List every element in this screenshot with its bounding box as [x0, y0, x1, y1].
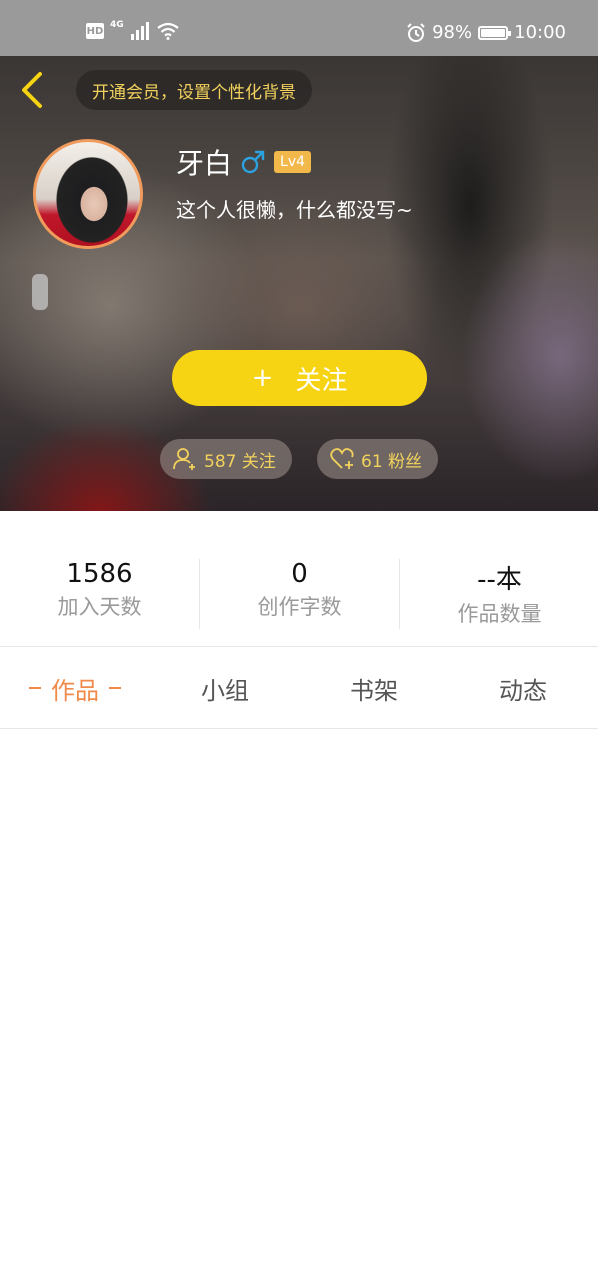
back-button[interactable] — [16, 70, 52, 110]
stat-label: 创作字数 — [257, 595, 342, 619]
user-name: 牙白 — [176, 147, 233, 180]
alarm-icon — [407, 22, 425, 42]
status-left: HD 4G — [86, 20, 180, 40]
tab-label: 书架 — [350, 676, 398, 705]
stat-value: 0 — [291, 559, 308, 589]
stats-section: 1586 加入天数 0 创作字数 --本 作品数量 — [0, 511, 598, 647]
battery-icon — [478, 25, 512, 40]
battery-percent: 98% — [432, 22, 473, 43]
stat-join-days: 1586 加入天数 — [0, 559, 199, 621]
stat-word-count: 0 创作字数 — [200, 559, 399, 621]
tab-bookshelf[interactable]: 书架 — [299, 647, 449, 729]
follow-button[interactable]: + 关注 — [172, 350, 427, 406]
stat-label: 加入天数 — [57, 595, 142, 619]
stat-label: 作品数量 — [457, 602, 542, 626]
name-row: 牙白 Lv4 — [176, 142, 312, 182]
user-bio: 这个人很懒，什么都没写~ — [176, 198, 413, 222]
level-badge: Lv4 — [274, 151, 312, 173]
tab-label: 小组 — [201, 676, 249, 705]
following-count-button[interactable]: 587 关注 — [160, 439, 292, 479]
fans-text: 61 粉丝 — [361, 451, 423, 472]
stat-works-count: --本 作品数量 — [400, 559, 598, 628]
tab-indicator-left — [29, 687, 41, 689]
wifi-icon — [156, 22, 179, 40]
avatar[interactable] — [33, 139, 143, 249]
vip-prompt-text: 开通会员，设置个性化背景 — [92, 82, 296, 103]
clock: 10:00 — [514, 22, 566, 43]
tab-indicator-right — [109, 687, 121, 689]
user-add-icon — [173, 448, 195, 470]
stat-value: 1586 — [66, 559, 133, 589]
profile-header: 开通会员，设置个性化背景 牙白 Lv4 这个人很懒，什么都没写~ + 关注 58… — [0, 56, 598, 511]
fans-count-button[interactable]: 61 粉丝 — [317, 439, 438, 479]
network-label: 4G — [110, 20, 124, 30]
tab-label: 作品 — [51, 676, 99, 705]
tab-works[interactable]: 作品 — [0, 647, 150, 729]
tab-bar: 作品 小组 书架 动态 — [0, 647, 598, 729]
follow-label: 关注 — [295, 365, 348, 396]
vip-background-prompt[interactable]: 开通会员，设置个性化背景 — [76, 70, 312, 110]
chevron-left-icon — [22, 72, 42, 108]
tab-content-area — [0, 729, 598, 1280]
heart-add-icon — [330, 448, 354, 469]
hd-badge: HD — [86, 23, 104, 39]
battery-fill — [481, 28, 506, 37]
status-bar: HD 4G 98% 10:00 — [0, 0, 598, 56]
signal-icon — [130, 22, 149, 40]
tab-activity[interactable]: 动态 — [448, 647, 598, 729]
tab-label: 动态 — [499, 676, 547, 705]
side-handle[interactable] — [32, 274, 48, 310]
male-icon — [241, 150, 265, 174]
stat-value: --本 — [477, 565, 522, 595]
following-text: 587 关注 — [204, 451, 276, 472]
plus-icon: + — [251, 363, 274, 393]
status-right: 98% 10:00 — [406, 22, 566, 43]
tab-groups[interactable]: 小组 — [150, 647, 300, 729]
